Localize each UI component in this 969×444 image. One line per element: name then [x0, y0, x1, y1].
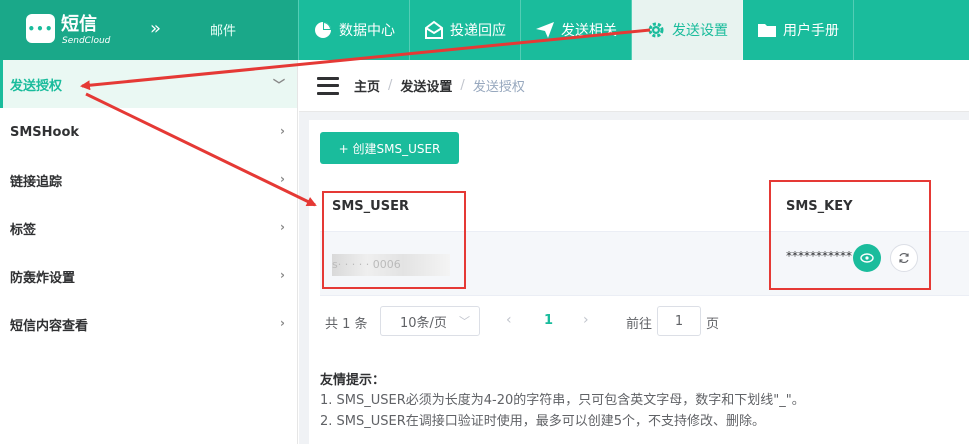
nav-delivery-response[interactable]: 投递回应	[410, 0, 521, 60]
top-header: ••• 短信 SendCloud » 邮件 数据中心 投递回应 发送相关 发送设…	[0, 0, 969, 60]
annotation-box-sms-user	[322, 191, 466, 289]
nav-data-center[interactable]: 数据中心	[298, 0, 410, 60]
send-icon	[536, 22, 554, 38]
folder-icon	[758, 24, 776, 37]
breadcrumb-separator: /	[388, 78, 393, 93]
next-page-button[interactable]: ›	[583, 312, 589, 328]
breadcrumb-separator: /	[460, 78, 465, 93]
sidebar-item-label: 链接追踪	[10, 174, 63, 190]
sidebar: 发送授权 ﹀ SMSHook › 链接追踪 › 标签 › 防轰炸设置 › 短信内…	[0, 60, 298, 444]
mail-open-icon	[425, 20, 443, 39]
brand-area: ••• 短信 SendCloud » 邮件	[0, 0, 298, 60]
nav-user-manual[interactable]: 用户手册	[743, 0, 854, 60]
pie-chart-icon	[315, 22, 331, 38]
double-chevron-right-icon[interactable]: »	[150, 18, 161, 39]
sidebar-item-smshook[interactable]: SMSHook ›	[0, 108, 297, 156]
nav-label: 发送相关	[561, 23, 617, 39]
sidebar-item-anti-bombing[interactable]: 防轰炸设置 ›	[0, 252, 297, 300]
current-page[interactable]: 1	[544, 313, 553, 328]
nav-label: 投递回应	[450, 23, 506, 39]
brand-name: 短信	[61, 14, 97, 35]
sidebar-item-label: 发送授权	[10, 78, 63, 94]
tips-title: 友情提示：	[320, 373, 386, 388]
page-suffix: 页	[706, 317, 720, 332]
tip-item: 2. SMS_USER在调接口验证时使用，最多可以创建5个，不支持修改、删除。	[320, 414, 766, 429]
page-size-value: 10条/页	[400, 315, 447, 331]
sidebar-item-label: 短信内容查看	[10, 318, 89, 334]
chevron-right-icon: ›	[280, 172, 285, 186]
chevron-right-icon: ›	[280, 220, 285, 234]
gear-icon	[648, 22, 664, 38]
sidebar-item-tags[interactable]: 标签 ›	[0, 204, 297, 252]
chevron-down-icon: ﹀	[272, 78, 285, 92]
chevron-down-icon: ﹀	[459, 315, 470, 328]
breadcrumb-current: 发送授权	[472, 80, 525, 95]
sidebar-item-label: 标签	[10, 222, 37, 238]
sidebar-item-sms-content[interactable]: 短信内容查看 ›	[0, 300, 297, 348]
sidebar-item-send-auth[interactable]: 发送授权 ﹀	[0, 60, 297, 108]
goto-page-input[interactable]: 1	[657, 306, 701, 336]
nav-label: 用户手册	[783, 23, 839, 39]
mail-link[interactable]: 邮件	[210, 20, 236, 39]
nav-label: 发送设置	[672, 23, 728, 39]
nav-label: 数据中心	[339, 23, 395, 39]
page-size-select[interactable]: 10条/页 ﹀	[380, 306, 480, 336]
annotation-box-sms-key	[769, 180, 931, 290]
top-nav: 数据中心 投递回应 发送相关 发送设置 用户手册	[298, 0, 854, 60]
logo-icon: •••	[26, 14, 55, 43]
breadcrumb: 主页 / 发送设置 / 发送授权	[354, 76, 525, 95]
tip-item: 1. SMS_USER必须为长度为4-20的字符串，只可包含英文字母，数字和下划…	[320, 393, 805, 408]
chevron-right-icon: ›	[280, 316, 285, 330]
chevron-right-icon: ›	[280, 268, 285, 282]
brand-subtitle: SendCloud	[62, 36, 111, 46]
hamburger-icon[interactable]	[317, 76, 339, 95]
goto-label: 前往	[626, 317, 653, 332]
prev-page-button[interactable]: ‹	[506, 312, 512, 328]
nav-send-related[interactable]: 发送相关	[521, 0, 632, 60]
breadcrumb-home[interactable]: 主页	[354, 76, 380, 95]
pagination-total: 共 1 条	[325, 317, 368, 332]
chevron-right-icon: ›	[280, 124, 285, 138]
sidebar-item-label: SMSHook	[10, 124, 80, 140]
breadcrumb-section[interactable]: 发送设置	[400, 76, 452, 95]
create-sms-user-button[interactable]: + 创建SMS_USER	[320, 132, 459, 164]
sidebar-item-label: 防轰炸设置	[10, 270, 76, 286]
sidebar-item-link-tracking[interactable]: 链接追踪 ›	[0, 156, 297, 204]
breadcrumb-bar: 主页 / 发送设置 / 发送授权	[299, 60, 969, 112]
nav-send-settings[interactable]: 发送设置	[632, 0, 743, 60]
